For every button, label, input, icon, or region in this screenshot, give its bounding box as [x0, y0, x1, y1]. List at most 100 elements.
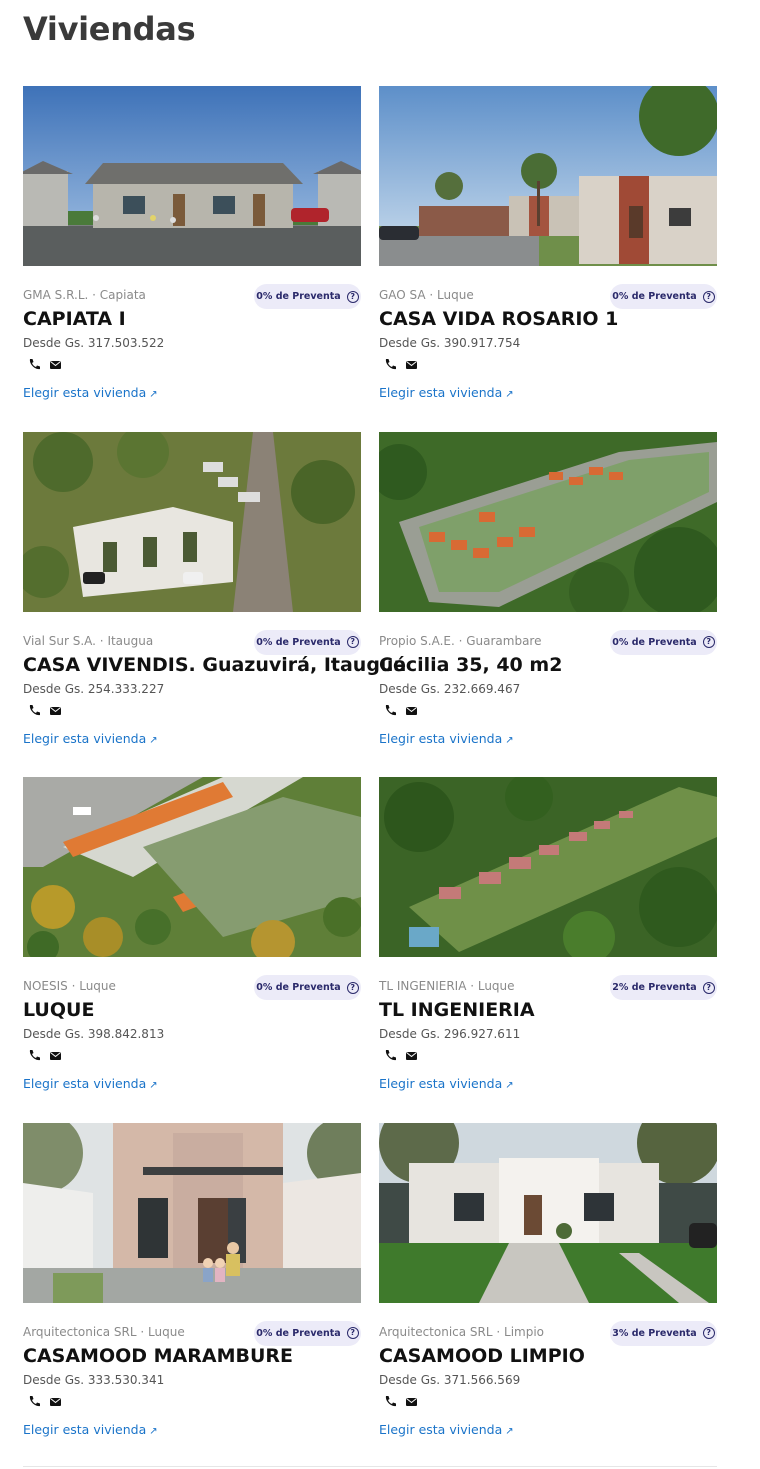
choose-home-label: Elegir esta vivienda — [379, 1421, 503, 1437]
choose-home-label: Elegir esta vivienda — [23, 730, 147, 746]
contact-icons — [28, 1393, 62, 1406]
listing-company: Arquitectonica SRL · Luque — [23, 1324, 185, 1339]
listing-card: GAO SA · Luque 0% de Preventa? CASA VIDA… — [379, 86, 717, 432]
contact-icons — [384, 356, 418, 370]
help-icon[interactable]: ? — [702, 981, 715, 994]
phone-icon[interactable] — [384, 1393, 397, 1406]
choose-home-link[interactable]: Elegir esta vivienda ↗ — [23, 1076, 158, 1091]
choose-home-link[interactable]: Elegir esta vivienda ↗ — [379, 1076, 514, 1091]
presale-badge[interactable]: 3% de Preventa? — [610, 1320, 717, 1346]
choose-home-link[interactable]: Elegir esta vivienda ↗ — [23, 731, 158, 746]
listing-name[interactable]: CASA VIDA ROSARIO 1 — [379, 308, 618, 330]
aerial-forest-rows-image — [379, 777, 717, 957]
listing-photo[interactable] — [23, 777, 361, 957]
contact-icons — [384, 702, 418, 715]
choose-home-link[interactable]: Elegir esta vivienda ↗ — [23, 1422, 158, 1437]
presale-badge[interactable]: 0% de Preventa? — [254, 975, 361, 1000]
aerial-forest-lots-image — [379, 431, 717, 612]
presale-badge[interactable]: 0% de Preventa? — [610, 629, 717, 655]
phone-icon[interactable] — [28, 1393, 41, 1406]
presale-badge[interactable]: 0% de Preventa? — [254, 1320, 361, 1346]
listing-price: Desde Gs. 254.333.227 — [23, 681, 165, 696]
phone-icon[interactable] — [28, 356, 41, 370]
phone-icon[interactable] — [384, 356, 397, 370]
listing-price: Desde Gs. 296.927.611 — [379, 1027, 521, 1041]
external-arrow-icon: ↗ — [149, 389, 158, 400]
contact-icons — [28, 1047, 62, 1061]
choose-home-label: Elegir esta vivienda — [23, 385, 147, 400]
phone-icon[interactable] — [28, 1047, 41, 1061]
choose-home-label: Elegir esta vivienda — [23, 1421, 147, 1437]
listing-name[interactable]: CASAMOOD MARAMBURE — [23, 1345, 293, 1367]
listing-name[interactable]: CASAMOOD LIMPIO — [379, 1345, 585, 1367]
external-arrow-icon: ↗ — [149, 734, 158, 746]
phone-icon[interactable] — [384, 1047, 397, 1061]
listing-photo[interactable] — [379, 1122, 717, 1303]
choose-home-label: Elegir esta vivienda — [379, 730, 503, 746]
help-icon[interactable]: ? — [346, 290, 359, 303]
help-icon[interactable]: ? — [346, 636, 359, 648]
mail-icon[interactable] — [405, 1047, 418, 1060]
help-icon[interactable]: ? — [702, 636, 715, 648]
phone-icon[interactable] — [384, 702, 397, 715]
listing-price: Desde Gs. 371.566.569 — [379, 1372, 521, 1387]
external-arrow-icon: ↗ — [505, 389, 514, 400]
contact-icons — [28, 702, 62, 715]
listing-name[interactable]: CAPIATA I — [23, 308, 126, 330]
listing-name[interactable]: CASA VIVENDIS. Guazuvirá, Itauguá — [23, 654, 406, 676]
external-arrow-icon: ↗ — [505, 1080, 514, 1091]
mail-icon[interactable] — [49, 1047, 62, 1060]
choose-home-link[interactable]: Elegir esta vivienda ↗ — [379, 1422, 514, 1437]
external-arrow-icon: ↗ — [505, 734, 514, 746]
mail-icon[interactable] — [405, 1393, 418, 1406]
listing-photo[interactable] — [379, 86, 717, 266]
listing-price: Desde Gs. 390.917.754 — [379, 336, 521, 350]
listing-photo[interactable] — [23, 1122, 361, 1303]
presale-label: 0% de Preventa — [612, 636, 697, 648]
contact-icons — [384, 1393, 418, 1406]
mail-icon[interactable] — [49, 702, 62, 715]
help-icon[interactable]: ? — [346, 1327, 359, 1339]
listing-company: TL INGENIERIA · Luque — [379, 979, 515, 993]
help-icon[interactable]: ? — [702, 290, 715, 303]
listing-card: Arquitectonica SRL · Luque 0% de Prevent… — [23, 1122, 361, 1469]
presale-badge[interactable]: 0% de Preventa? — [610, 284, 717, 309]
choose-home-label: Elegir esta vivienda — [379, 385, 503, 400]
listing-name[interactable]: Cecilia 35, 40 m2 — [379, 654, 562, 676]
presale-badge[interactable]: 0% de Preventa? — [254, 284, 361, 309]
listing-photo[interactable] — [23, 431, 361, 612]
help-icon[interactable]: ? — [702, 1327, 715, 1339]
presale-badge[interactable]: 0% de Preventa? — [254, 629, 361, 655]
mail-icon[interactable] — [49, 356, 62, 369]
mail-icon[interactable] — [49, 1393, 62, 1406]
choose-home-link[interactable]: Elegir esta vivienda ↗ — [379, 385, 514, 400]
listing-price: Desde Gs. 333.530.341 — [23, 1372, 165, 1387]
row-houses-street-image — [23, 86, 361, 266]
listing-photo[interactable] — [379, 777, 717, 957]
listing-name[interactable]: TL INGENIERIA — [379, 999, 535, 1021]
mail-icon[interactable] — [405, 702, 418, 715]
mail-icon[interactable] — [405, 356, 418, 369]
listing-photo[interactable] — [23, 86, 361, 266]
choose-home-link[interactable]: Elegir esta vivienda ↗ — [379, 731, 514, 746]
listing-card: NOESIS · Luque 0% de Preventa? LUQUE Des… — [23, 777, 361, 1123]
presale-label: 2% de Preventa — [612, 982, 697, 993]
external-arrow-icon: ↗ — [149, 1080, 158, 1091]
page-title: Viviendas — [23, 10, 196, 48]
listing-photo[interactable] — [379, 431, 717, 612]
listing-card: Propio S.A.E. · Guarambare 0% de Prevent… — [379, 431, 717, 778]
choose-home-link[interactable]: Elegir esta vivienda ↗ — [23, 385, 158, 400]
presale-badge[interactable]: 2% de Preventa? — [610, 975, 717, 1000]
help-icon[interactable]: ? — [346, 981, 359, 994]
contact-icons — [28, 356, 62, 370]
duplex-aerial-image — [23, 431, 361, 612]
phone-icon[interactable] — [28, 702, 41, 715]
modern-facade-family-image — [23, 1122, 361, 1303]
listing-name[interactable]: LUQUE — [23, 999, 94, 1021]
listing-price: Desde Gs. 232.669.467 — [379, 681, 521, 696]
presale-label: 0% de Preventa — [256, 982, 341, 993]
listing-company: NOESIS · Luque — [23, 979, 116, 993]
divider — [23, 1466, 717, 1467]
listing-company: Arquitectonica SRL · Limpio — [379, 1324, 545, 1339]
aerial-orange-roofs-image — [23, 777, 361, 957]
